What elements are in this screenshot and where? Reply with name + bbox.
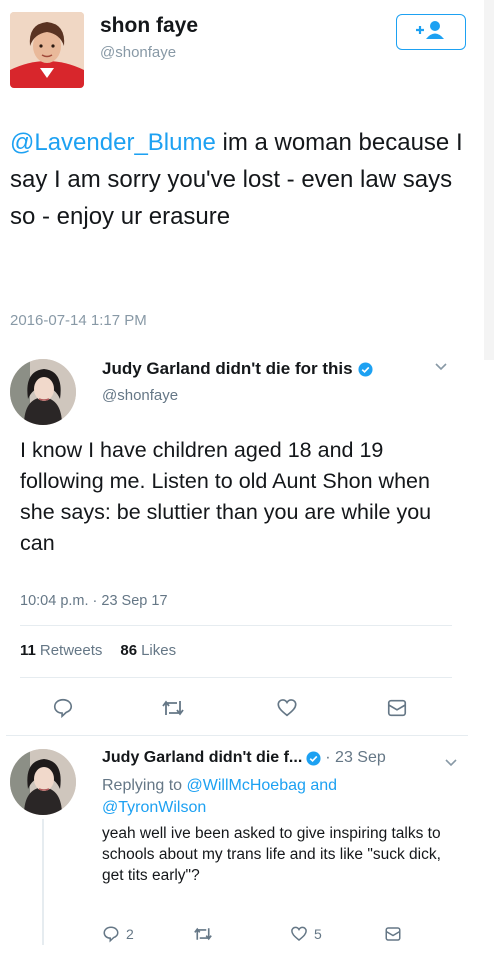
reply-count: 2 (126, 926, 134, 942)
engagement-stats: 11 Retweets 86 Likes (20, 642, 176, 659)
bottom-strip (0, 950, 494, 968)
divider (6, 735, 468, 736)
user-handle[interactable]: @shonfaye (102, 387, 178, 404)
verified-badge-icon (306, 750, 321, 766)
display-name[interactable]: Judy Garland didn't die for this (102, 359, 373, 379)
reply-header: Judy Garland didn't die f... · 23 Sep (102, 749, 386, 767)
reply-and: and (310, 777, 338, 794)
display-name[interactable]: Judy Garland didn't die f... (102, 749, 302, 767)
avatar[interactable] (10, 359, 76, 425)
avatar[interactable] (10, 749, 76, 815)
display-name-text: Judy Garland didn't die for this (102, 359, 353, 378)
follow-button[interactable] (396, 14, 466, 50)
tweet-shon-faye: shon faye @shonfaye @Lavender_Blume im a… (0, 0, 484, 345)
retweets-stat[interactable]: 11 Retweets (20, 642, 102, 659)
reply-button[interactable] (52, 697, 74, 719)
divider (20, 677, 452, 678)
envelope-icon (385, 927, 401, 941)
reply-tweet: Judy Garland didn't die f... · 23 Sep Re… (6, 735, 468, 950)
retweets-label: Retweets (39, 642, 103, 659)
reply-mention-2[interactable]: @TyronWilson (102, 799, 206, 816)
likes-label: Likes (141, 642, 177, 659)
likes-count: 86 (120, 642, 138, 659)
reply-button[interactable]: 2 (102, 925, 134, 943)
like-count: 5 (314, 926, 322, 942)
message-button[interactable] (386, 697, 408, 719)
message-button[interactable] (384, 925, 402, 943)
retweet-icon (194, 927, 212, 941)
tweet-timestamp[interactable]: 10:04 p.m. · 23 Sep 17 (20, 593, 168, 609)
reply-icon (53, 698, 73, 719)
tweet-text: I know I have children aged 18 and 19 fo… (20, 438, 432, 555)
add-user-icon (413, 19, 449, 46)
heart-icon (277, 699, 297, 717)
retweet-icon (162, 700, 184, 716)
likes-stat[interactable]: 86 Likes (120, 642, 176, 659)
retweets-count: 11 (20, 642, 36, 659)
reply-icon (103, 926, 119, 943)
verified-badge-icon (358, 361, 373, 377)
replying-to-label: Replying to (102, 777, 183, 794)
chevron-down-icon[interactable] (434, 359, 448, 377)
retweet-button[interactable] (160, 697, 186, 719)
like-button[interactable] (276, 697, 298, 719)
envelope-icon (387, 699, 407, 717)
tweet-timestamp[interactable]: 2016-07-14 1:17 PM (10, 312, 147, 329)
mention-link[interactable]: @Lavender_Blume (10, 129, 216, 156)
reply-date[interactable]: · 23 Sep (325, 749, 385, 767)
tweet-text: yeah well ive been asked to give inspiri… (102, 825, 441, 884)
side-strip (484, 0, 494, 360)
reply-mention-1[interactable]: @WillMcHoebag (187, 777, 306, 794)
display-name[interactable]: shon faye (100, 14, 198, 38)
tweet-judy-garland: Judy Garland didn't die for this @shonfa… (6, 345, 468, 735)
user-handle[interactable]: @shonfaye (100, 44, 176, 61)
chevron-down-icon[interactable] (444, 755, 458, 773)
heart-icon (291, 926, 307, 941)
avatar[interactable] (10, 12, 84, 88)
divider (20, 625, 452, 626)
thread-line (42, 819, 44, 945)
replying-to: Replying to @WillMcHoebag and @TyronWilso… (102, 775, 432, 819)
retweet-button[interactable] (192, 925, 220, 943)
like-button[interactable]: 5 (290, 925, 322, 943)
tweet-text: @Lavender_Blume im a woman because I say… (10, 124, 470, 235)
